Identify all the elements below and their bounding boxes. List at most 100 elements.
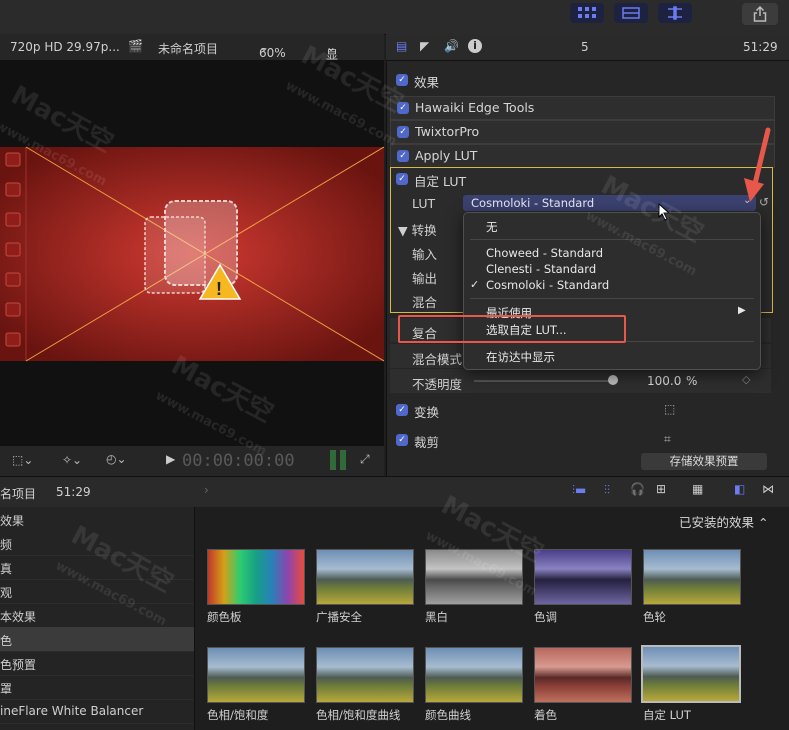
thumb-label: 自定 LUT (643, 708, 691, 722)
effect-thumb-color-curves[interactable] (425, 647, 523, 703)
effect-thumb-broadcast-safe[interactable] (316, 549, 414, 605)
transform-section-label: 变换 (414, 405, 440, 420)
crop-section-header[interactable]: ✓ 裁剪 ⌗ (390, 429, 773, 451)
opacity-row: 不透明度 100.0 % ◇ (390, 369, 771, 393)
installed-effects-menu[interactable]: 已安装的效果 ⌃ (679, 512, 768, 531)
submenu-arrow-icon: ▶ (738, 305, 746, 316)
thumb-label: 色相/饱和度曲线 (316, 708, 401, 722)
effect-row-hawaiki[interactable]: ✓ Hawaiki Edge Tools (390, 96, 775, 120)
effect-row-twixtor[interactable]: ✓ TwixtorPro (390, 120, 775, 144)
audio-inspector-icon[interactable]: 🔊 (444, 39, 459, 53)
inspector-toggle-button[interactable] (658, 3, 692, 23)
headphones-icon[interactable]: 🎧 (630, 482, 645, 496)
info-icon[interactable]: i (468, 39, 482, 53)
menu-item-none[interactable]: 无 (486, 219, 498, 235)
red-arrow-annotation (744, 127, 771, 202)
lut-popup[interactable]: Cosmoloki - Standard ⌄ (463, 195, 756, 211)
effect-label: Hawaiki Edge Tools (415, 100, 535, 115)
transform-disclosure[interactable]: ▼ 转换 (398, 220, 437, 239)
chevron-right-icon[interactable]: › (204, 483, 209, 497)
film-icon[interactable]: ▦ (692, 482, 703, 496)
lut-value: Cosmoloki - Standard (471, 196, 595, 210)
effect-thumb-color-board[interactable] (207, 549, 305, 605)
effect-thumb-custom-lut[interactable] (641, 645, 741, 703)
thumb-label: 黑白 (425, 610, 448, 624)
inspector-number: 5 (581, 40, 589, 54)
effects-checkbox[interactable]: ✓ (396, 74, 408, 86)
sidebar-item[interactable]: ineFlare White Balancer (0, 699, 194, 724)
effect-thumb-hue-saturation-curves[interactable] (316, 647, 414, 703)
sidebar-item-selected[interactable]: 色 (0, 627, 194, 652)
color-inspector-icon[interactable]: ◤ (420, 39, 429, 53)
timeline-toggle-button[interactable] (614, 3, 648, 23)
effect-thumb-hue-saturation[interactable] (207, 647, 305, 703)
opacity-slider-track[interactable] (474, 380, 614, 382)
effect-checkbox[interactable]: ✓ (397, 126, 409, 138)
menu-item-show-in-finder[interactable]: 在访达中显示 (486, 349, 555, 365)
transitions-icon[interactable]: ⋈ (762, 482, 774, 496)
magic-wand-icon[interactable]: ✧⌄ (62, 453, 82, 467)
effect-row-custom-lut[interactable]: ✓ 自定 LUT (390, 168, 773, 190)
transform-section-header[interactable]: ✓ 变换 ⬚ (390, 399, 773, 421)
effect-checkbox[interactable]: ✓ (396, 173, 408, 185)
frame-select-icon[interactable]: ⬚⌄ (12, 453, 33, 467)
menu-item-lut[interactable]: Clenesti - Standard (486, 262, 596, 276)
effect-checkbox[interactable]: ✓ (397, 102, 409, 114)
viewer[interactable]: ! (0, 61, 385, 446)
waveform-icon[interactable]: ⫶⫶ (604, 483, 610, 498)
zoom-select[interactable]: 60% ⌄ (259, 40, 286, 60)
save-effects-preset-button[interactable]: 存储效果预置 (641, 453, 767, 470)
crop-checkbox[interactable]: ✓ (396, 434, 408, 446)
crop-onscreen-icon[interactable]: ⌗ (664, 432, 671, 447)
transform-checkbox[interactable]: ✓ (396, 404, 408, 416)
play-icon[interactable]: ▶ (166, 452, 175, 466)
browser-toggle-icon[interactable]: ◧ (734, 482, 745, 496)
share-button[interactable] (742, 3, 778, 25)
thumb-label: 色轮 (643, 610, 666, 624)
sidebar-item[interactable]: 色预置 (0, 651, 194, 676)
sidebar-item[interactable]: 本效果 (0, 603, 194, 628)
opacity-slider-knob[interactable] (608, 375, 618, 385)
input-label: 输入 (412, 247, 438, 262)
menu-item-lut[interactable]: Choweed - Standard (486, 246, 603, 260)
lut-dropdown-menu: 无 Choweed - Standard Clenesti - Standard… (463, 212, 761, 370)
output-label: 输出 (412, 271, 438, 286)
effect-label: TwixtorPro (415, 124, 480, 139)
effect-row-apply-lut[interactable]: ✓ Apply LUT (390, 144, 775, 168)
transform-onscreen-icon[interactable]: ⬚ (664, 402, 675, 416)
clip-appearance-icon[interactable]: ⫶▬ (572, 483, 586, 498)
sidebar-item[interactable]: 频 (0, 531, 194, 556)
opacity-value[interactable]: 100.0 (647, 374, 681, 388)
sidebar-item[interactable]: 观 (0, 579, 194, 604)
clapper-icon: 🎬 (128, 39, 143, 53)
format-label[interactable]: 720p HD 29.97p... (10, 40, 120, 54)
fullscreen-icon[interactable]: ⤢ (360, 452, 370, 467)
snapping-icon[interactable]: ⊞ (656, 482, 666, 496)
sidebar-item-label: 频 (0, 538, 13, 552)
video-inspector-icon[interactable]: ▤ (396, 39, 407, 53)
effect-label: Apply LUT (415, 148, 478, 163)
effect-thumb-colorize[interactable] (534, 647, 632, 703)
crop-section-label: 裁剪 (414, 435, 440, 450)
effect-checkbox[interactable]: ✓ (397, 150, 409, 162)
installed-effects-label: 已安装的效果 (679, 515, 755, 530)
speed-gauge-icon[interactable]: ◴⌄ (106, 452, 127, 466)
sidebar-item[interactable]: 罩 (0, 675, 194, 700)
share-icon (753, 6, 767, 22)
effect-thumb-tint[interactable] (534, 549, 632, 605)
timeline-header: 名项目 51:29 › ⫶▬ ⫶⫶ 🎧 ⊞ ▦ ◧ ⋈ (0, 476, 789, 508)
sidebar-item-label: 色预置 (0, 658, 37, 672)
keyframe-icon[interactable]: ◇ (742, 373, 750, 386)
effect-thumb-color-wheels[interactable] (643, 549, 741, 605)
effects-heading: 效果 (414, 75, 440, 90)
effects-section-header[interactable]: ✓ 效果 (390, 69, 773, 91)
sidebar-item-label: 观 (0, 586, 13, 600)
menu-item-lut-selected[interactable]: Cosmoloki - Standard (486, 278, 609, 292)
effect-thumb-black-white[interactable] (425, 549, 523, 605)
library-toggle-button[interactable] (570, 3, 604, 23)
mix-label: 混合 (412, 295, 438, 310)
display-menu[interactable]: 显示 ⌄ (326, 40, 338, 79)
sidebar-item-label: 罩 (0, 682, 13, 696)
sidebar-item[interactable]: 真 (0, 555, 194, 580)
effect-label: 自定 LUT (414, 174, 467, 189)
